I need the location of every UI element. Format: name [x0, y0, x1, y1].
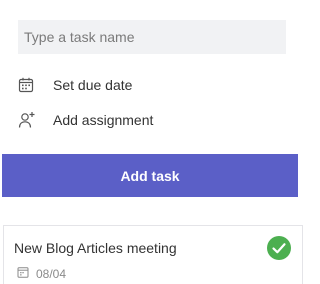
task-title: New Blog Articles meeting [14, 240, 177, 256]
set-due-date-label: Set due date [53, 77, 133, 93]
task-item[interactable]: New Blog Articles meeting 08/04 [3, 225, 303, 284]
calendar-icon [17, 265, 29, 283]
add-task-button[interactable]: Add task [2, 154, 298, 197]
add-person-icon [18, 109, 40, 131]
add-assignment-button[interactable]: Add assignment [18, 108, 153, 132]
task-due-date-text: 08/04 [36, 267, 67, 281]
set-due-date-button[interactable]: Set due date [18, 73, 132, 97]
add-assignment-label: Add assignment [53, 112, 154, 128]
task-due-date: 08/04 [17, 265, 66, 283]
calendar-icon [18, 74, 40, 96]
task-panel: Set due date Add assignment Add task New… [0, 0, 303, 284]
checkmark-icon[interactable] [267, 236, 291, 260]
task-name-input[interactable] [18, 20, 286, 54]
